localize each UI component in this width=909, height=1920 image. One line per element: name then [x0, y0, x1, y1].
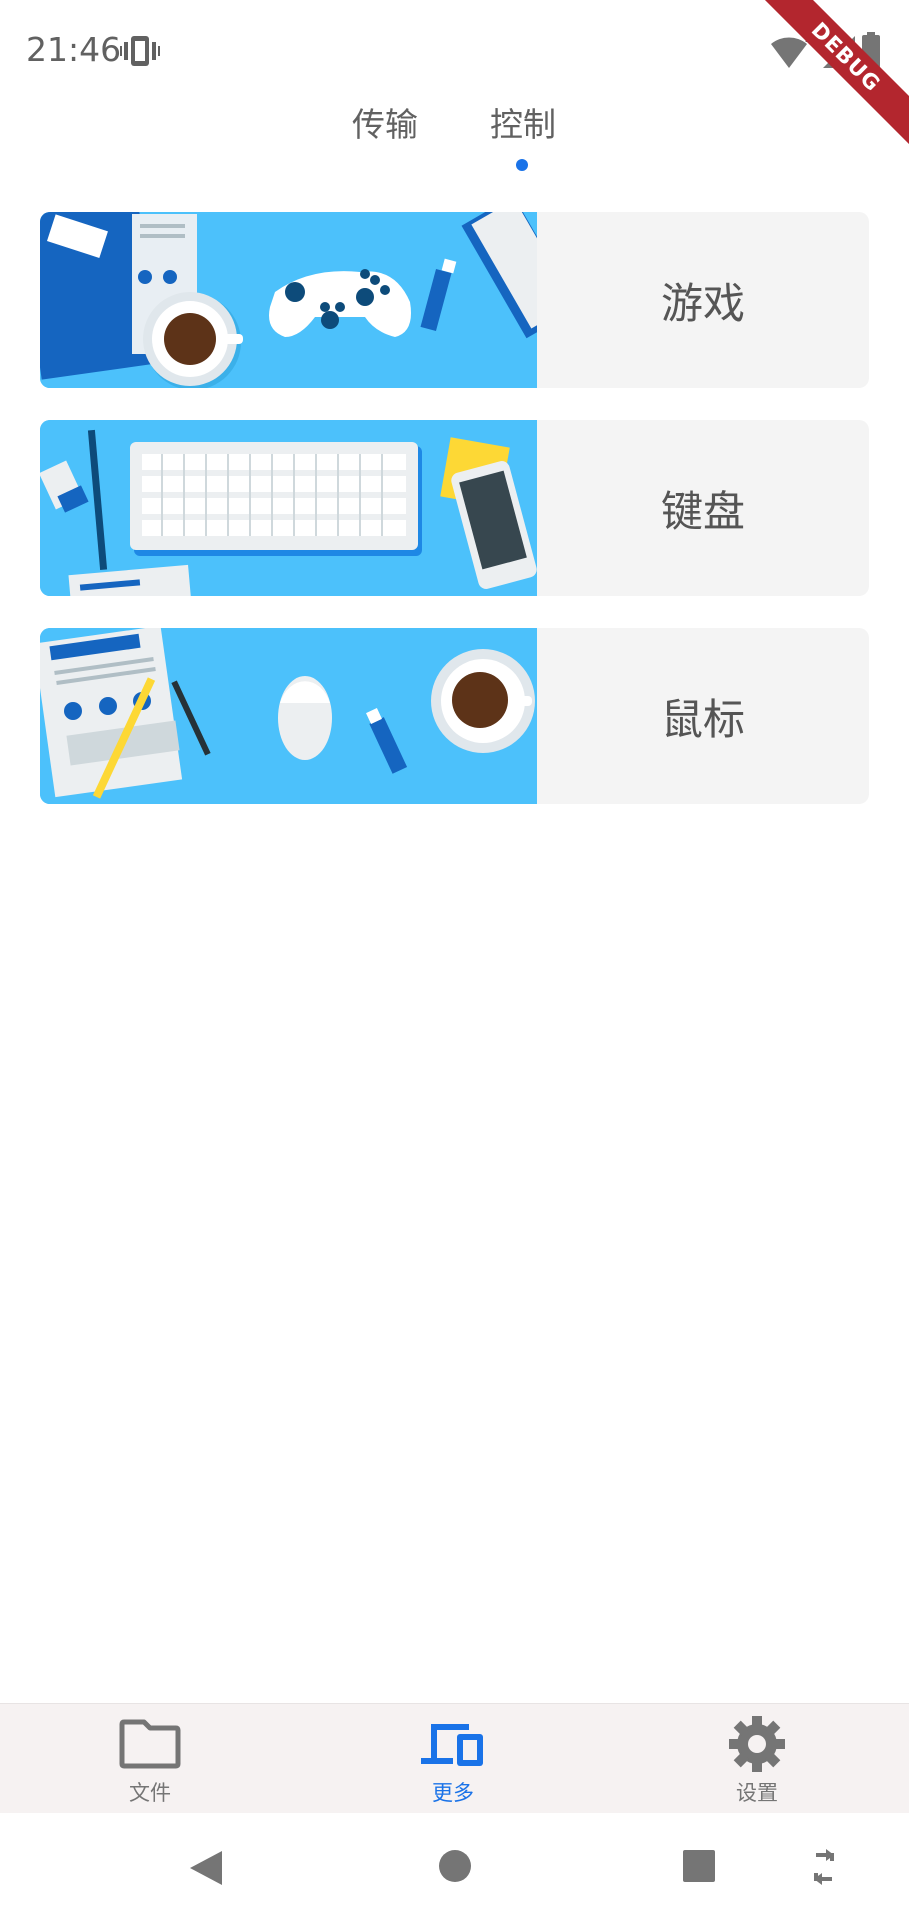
tab-transfer[interactable]: 传输 — [352, 98, 418, 146]
bottom-navigation: 文件 更多 设置 — [0, 1703, 909, 1814]
recents-icon[interactable] — [682, 1849, 716, 1883]
nav-label-files: 文件 — [129, 1781, 171, 1805]
system-navigation-bar — [0, 1813, 909, 1920]
nav-label-settings: 设置 — [736, 1781, 778, 1805]
nav-label-more: 更多 — [432, 1781, 474, 1805]
tab-control[interactable]: 控制 — [490, 98, 556, 146]
mouse-card[interactable]: 鼠标 — [40, 628, 869, 804]
active-tab-indicator — [516, 159, 528, 171]
rotate-icon[interactable] — [810, 1847, 838, 1887]
back-icon[interactable] — [188, 1849, 224, 1887]
game-label: 游戏 — [660, 278, 745, 328]
status-bar: 21:46 4G DEBUG — [0, 0, 909, 158]
gear-icon — [729, 1716, 785, 1772]
status-time: 21:46 — [26, 30, 122, 69]
home-icon[interactable] — [438, 1849, 472, 1883]
keyboard-desk-illustration — [40, 420, 537, 596]
mouse-label: 鼠标 — [660, 694, 745, 744]
nav-item-settings[interactable]: 设置 — [657, 1704, 857, 1814]
keyboard-card[interactable]: 键盘 — [40, 420, 869, 596]
nav-item-more[interactable]: 更多 — [353, 1704, 553, 1814]
nav-item-files[interactable]: 文件 — [50, 1704, 250, 1814]
top-tabs: 传输 控制 — [0, 98, 909, 178]
devices-icon — [421, 1724, 483, 1766]
game-controller-desk-illustration — [40, 212, 537, 388]
mouse-desk-illustration — [40, 628, 537, 804]
keyboard-label: 键盘 — [660, 486, 745, 536]
folder-icon — [119, 1719, 181, 1769]
game-card[interactable]: 游戏 — [40, 212, 869, 388]
wifi-icon — [771, 37, 807, 68]
vibrate-icon — [120, 36, 160, 66]
